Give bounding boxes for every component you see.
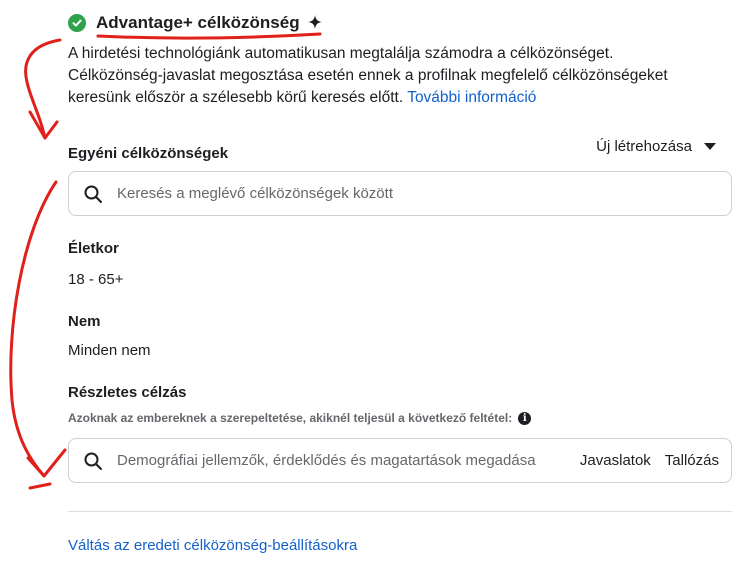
detailed-targeting-note-text: Azoknak az embereknek a szerepeltetése, … [68, 411, 513, 425]
search-icon [84, 185, 102, 203]
info-icon[interactable]: i [518, 411, 532, 425]
detailed-targeting-label: Részletes célzás [68, 384, 187, 401]
age-value: 18 - 65+ [68, 271, 124, 288]
caret-down-icon [704, 143, 716, 150]
gender-label: Nem [68, 313, 101, 330]
advantage-header: Advantage+ célközönség [68, 10, 322, 36]
custom-audience-search-input[interactable] [117, 185, 731, 202]
sparkle-icon [307, 14, 322, 32]
detailed-targeting-search[interactable]: Javaslatok Tallózás [68, 438, 732, 483]
detailed-targeting-actions: Javaslatok Tallózás [580, 452, 731, 469]
section-divider [68, 511, 732, 512]
gender-value: Minden nem [68, 342, 151, 359]
learn-more-link[interactable]: További információ [407, 89, 536, 106]
create-new-label: Új létrehozása [596, 138, 692, 155]
create-new-dropdown[interactable]: Új létrehozása [596, 138, 716, 155]
search-icon [84, 452, 102, 470]
check-circle-icon [68, 14, 86, 32]
advantage-description: A hirdetési technológiánk automatikusan … [68, 43, 728, 109]
age-label: Életkor [68, 240, 119, 257]
switch-to-original-audience-link[interactable]: Váltás az eredeti célközönség-beállításo… [68, 537, 357, 554]
detailed-targeting-search-input[interactable] [117, 452, 580, 469]
description-line-3: keresünk először a szélesebb körű keresé… [68, 89, 404, 106]
advantage-title: Advantage+ célközönség [96, 13, 300, 32]
description-line-1: A hirdetési technológiánk automatikusan … [68, 45, 614, 62]
custom-audience-search[interactable] [68, 171, 732, 216]
custom-audiences-label: Egyéni célközönségek [68, 145, 229, 162]
detailed-targeting-note: Azoknak az embereknek a szerepeltetése, … [68, 411, 532, 425]
browse-button[interactable]: Tallózás [665, 452, 719, 469]
suggestions-button[interactable]: Javaslatok [580, 452, 651, 469]
description-line-2: Célközönség-javaslat megosztása esetén e… [68, 67, 668, 84]
